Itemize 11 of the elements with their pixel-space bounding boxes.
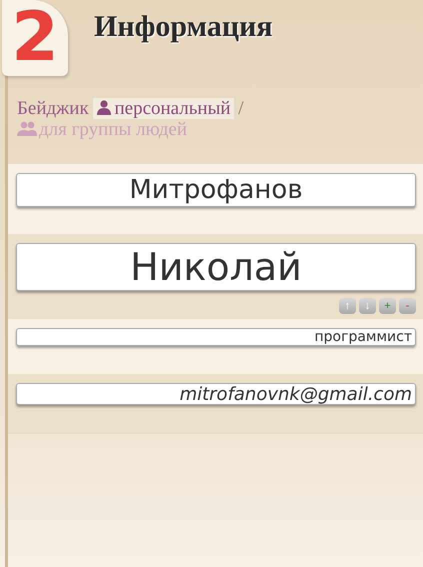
- email-field[interactable]: mitrofanovnk@gmail.com: [16, 383, 416, 405]
- name-field[interactable]: Николай: [16, 243, 416, 291]
- section-title: Информация: [94, 10, 273, 44]
- position-field[interactable]: программист: [16, 328, 416, 346]
- person-icon: [96, 99, 112, 115]
- badge-type-option[interactable]: персональный: [93, 98, 234, 119]
- people-icon: [17, 120, 37, 136]
- step-number: 2: [2, 0, 68, 76]
- surname-field[interactable]: Митрофанов: [16, 173, 416, 207]
- badge-type-label: Бейджик: [17, 98, 89, 119]
- separator: /: [238, 98, 244, 119]
